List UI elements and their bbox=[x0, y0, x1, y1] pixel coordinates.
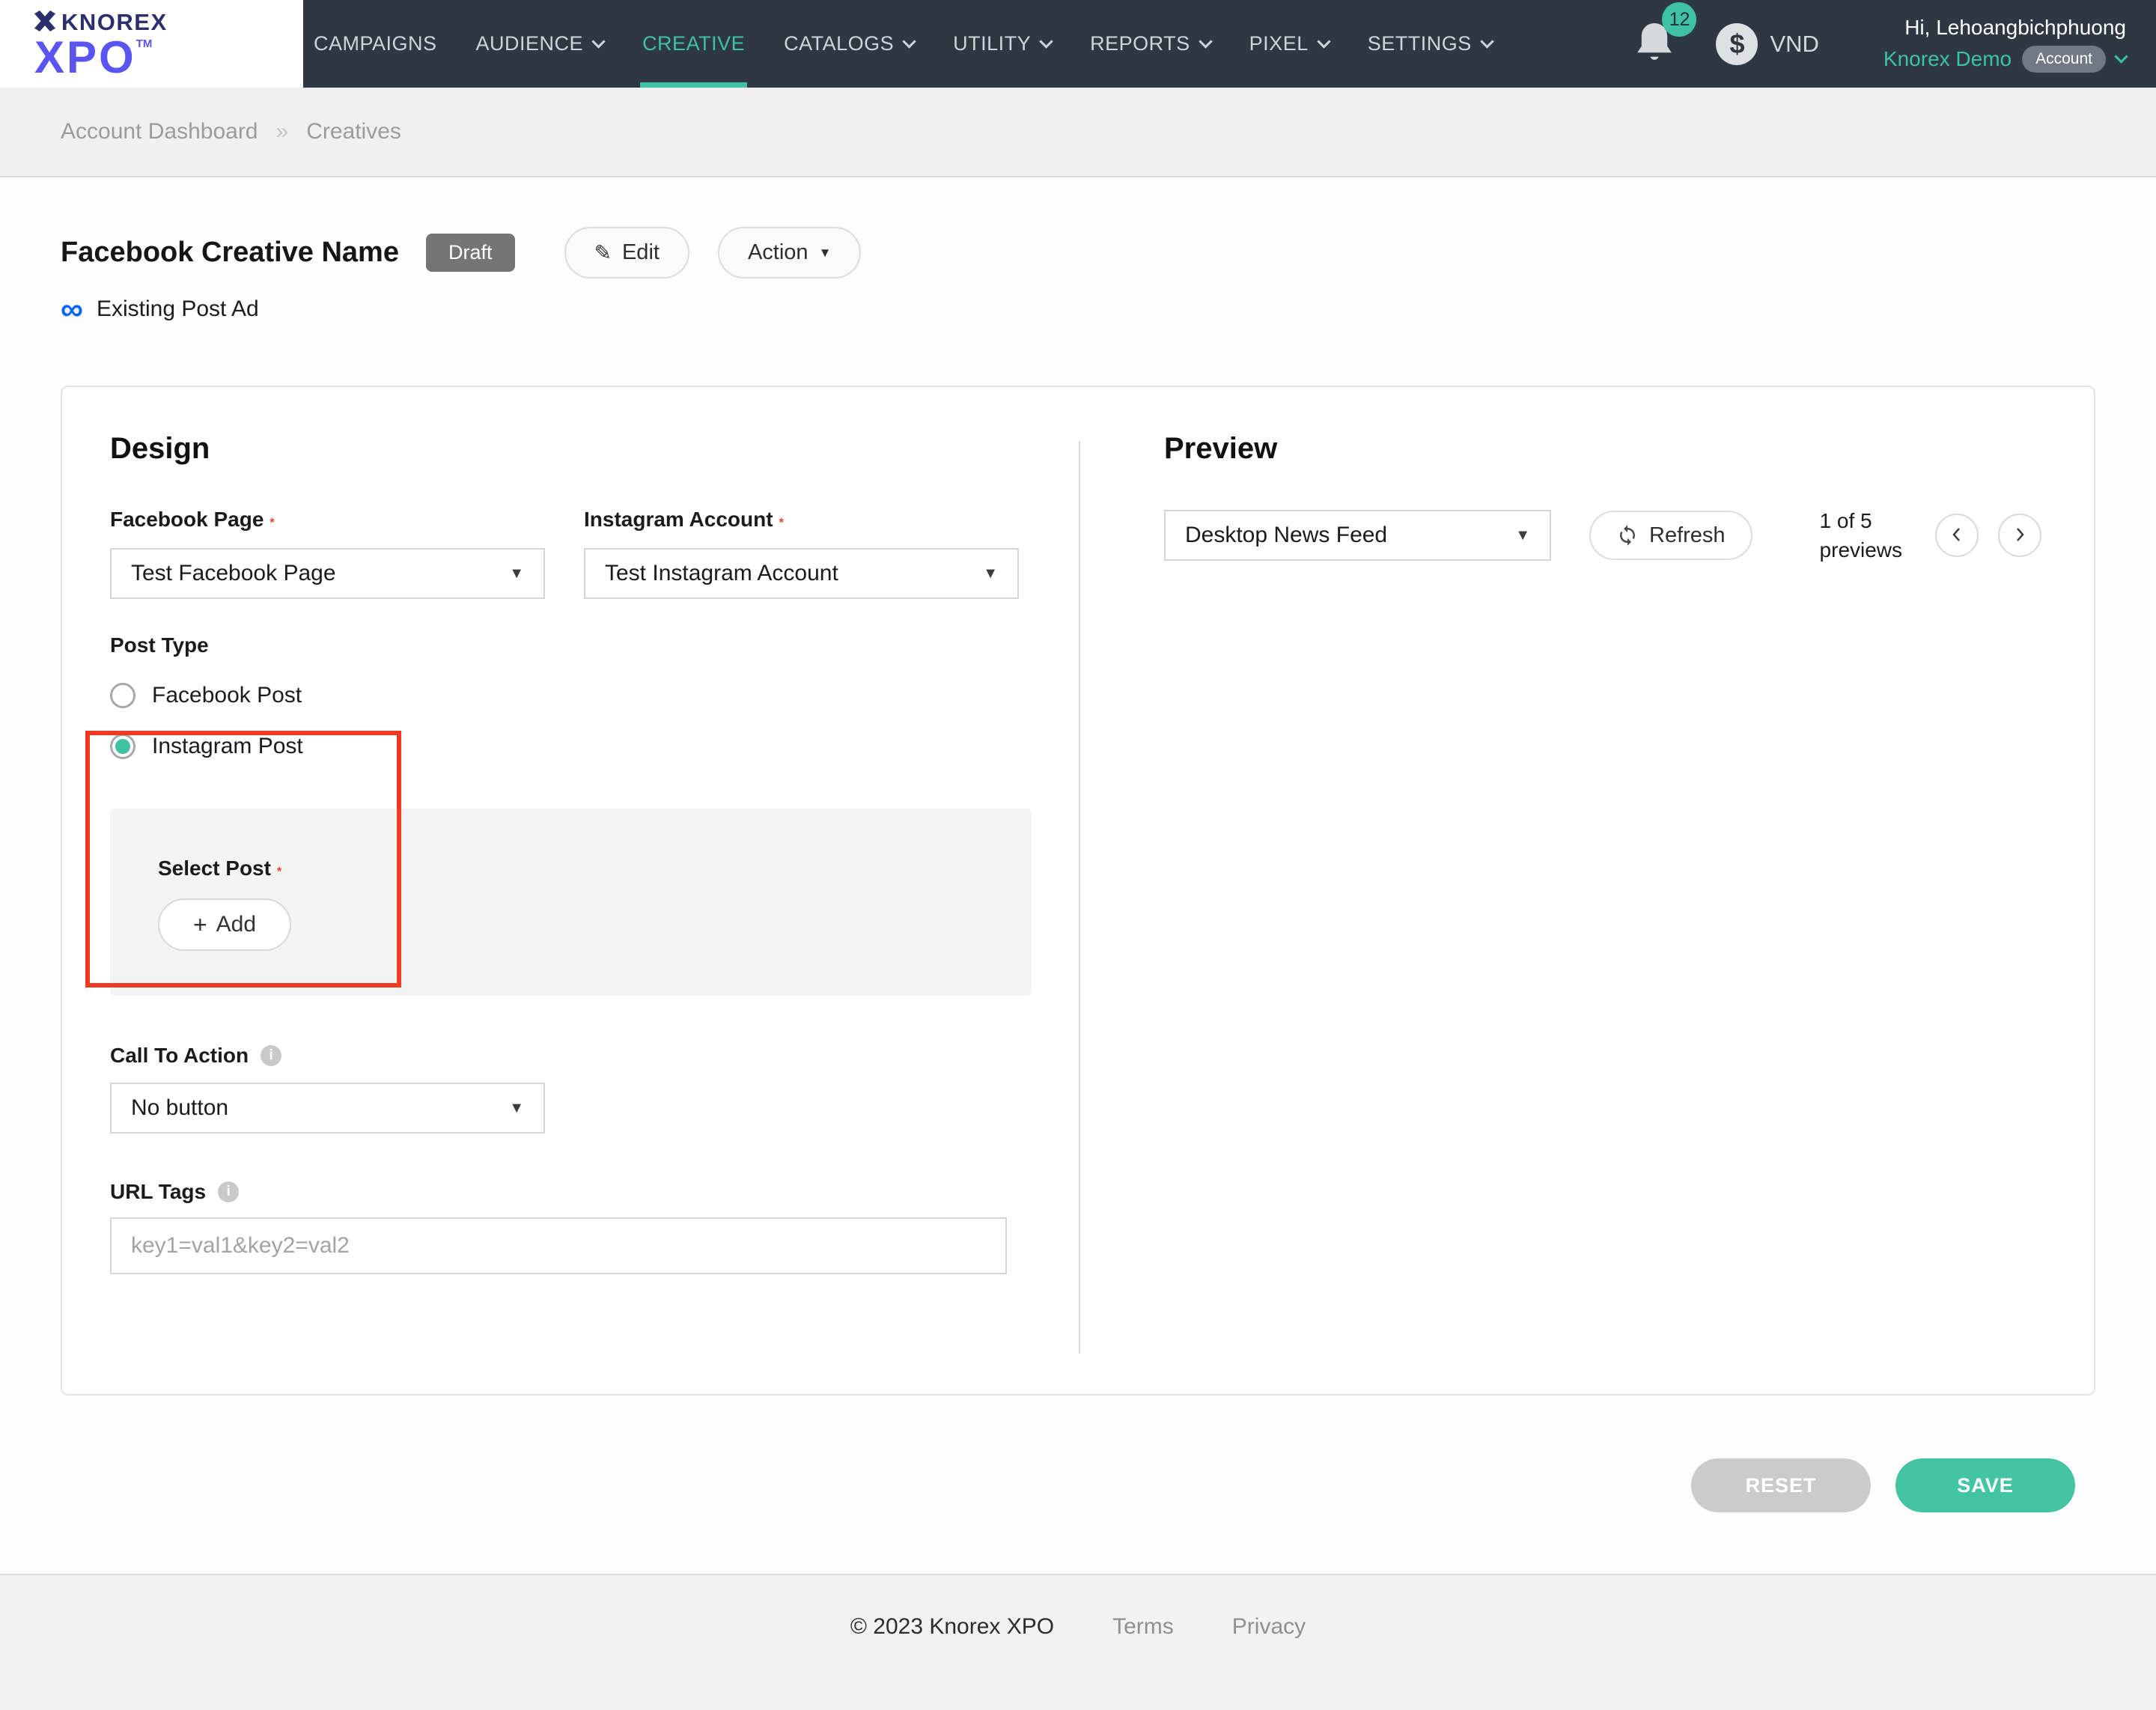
previous-preview-button[interactable] bbox=[1935, 514, 1979, 558]
page-footer: © 2023 Knorex XPO Terms Privacy bbox=[0, 1574, 2156, 1710]
account-menu[interactable]: Hi, Lehoangbichphuong Knorex Demo Accoun… bbox=[1848, 16, 2156, 73]
breadcrumb: Account Dashboard » Creatives bbox=[0, 88, 2156, 177]
nav-item-utility[interactable]: UTILITY bbox=[953, 0, 1053, 88]
design-section: Design Facebook Page * Test Facebook Page… bbox=[62, 387, 1080, 1394]
preview-device-select[interactable]: Desktop News Feed ▼ bbox=[1164, 510, 1551, 562]
logo-product-text: XPO bbox=[34, 32, 136, 82]
active-tab-indicator bbox=[640, 82, 748, 88]
preview-section: Preview Desktop News Feed ▼ Refresh 1 of… bbox=[1080, 387, 2094, 1394]
preview-heading: Preview bbox=[1164, 432, 1278, 465]
select-post-panel: Select Post * + Add bbox=[110, 809, 1032, 996]
main-menu: CAMPAIGNS AUDIENCE CREATIVE CATALOGS UTI… bbox=[303, 0, 1494, 88]
required-asterisk: * bbox=[779, 517, 784, 529]
radio-instagram-post[interactable]: Instagram Post bbox=[110, 734, 1080, 759]
chevron-down-icon bbox=[591, 34, 606, 49]
logo-trademark: TM bbox=[135, 37, 153, 50]
save-button[interactable]: SAVE bbox=[1895, 1458, 2075, 1512]
breadcrumb-account-dashboard[interactable]: Account Dashboard bbox=[61, 119, 258, 144]
required-asterisk: * bbox=[276, 865, 282, 878]
add-post-button[interactable]: + Add bbox=[158, 898, 291, 951]
nav-item-settings[interactable]: SETTINGS bbox=[1368, 0, 1494, 88]
action-dropdown-button[interactable]: Action ▼ bbox=[717, 227, 862, 279]
top-navigation: KNOREX XPO TM CAMPAIGNS AUDIENCE CREATIV… bbox=[0, 0, 2156, 88]
edit-button[interactable]: ✎ Edit bbox=[564, 227, 689, 279]
form-actions: RESET SAVE bbox=[61, 1458, 2095, 1512]
chevron-down-icon bbox=[902, 34, 916, 49]
chevron-down-icon bbox=[1317, 34, 1331, 49]
info-icon[interactable]: i bbox=[261, 1045, 282, 1066]
refresh-icon bbox=[1616, 524, 1639, 547]
nav-item-pixel[interactable]: PIXEL bbox=[1249, 0, 1331, 88]
notification-count-badge: 12 bbox=[1662, 2, 1697, 37]
knorex-xpo-logo[interactable]: KNOREX XPO TM bbox=[0, 0, 303, 88]
caret-down-icon: ▼ bbox=[1515, 526, 1530, 544]
account-type-badge: Account bbox=[2022, 45, 2106, 73]
nav-item-audience[interactable]: AUDIENCE bbox=[476, 0, 606, 88]
required-asterisk: * bbox=[270, 517, 275, 529]
nav-item-reports[interactable]: REPORTS bbox=[1090, 0, 1213, 88]
radio-selected-icon bbox=[110, 734, 135, 759]
nav-item-creative[interactable]: CREATIVE bbox=[640, 0, 748, 88]
refresh-button[interactable]: Refresh bbox=[1589, 511, 1752, 561]
chevron-right-icon bbox=[2011, 526, 2029, 546]
terms-link[interactable]: Terms bbox=[1112, 1614, 1174, 1710]
ad-type-label: Existing Post Ad bbox=[96, 296, 259, 321]
nav-item-catalogs[interactable]: CATALOGS bbox=[784, 0, 916, 88]
facebook-page-label: Facebook Page bbox=[110, 508, 264, 531]
currency-selector[interactable]: $ VND bbox=[1716, 22, 1819, 65]
nav-right-section: 12 $ VND Hi, Lehoangbichphuong Knorex De… bbox=[1635, 0, 2156, 88]
pencil-icon: ✎ bbox=[594, 241, 612, 264]
call-to-action-label: Call To Action bbox=[110, 1044, 249, 1067]
account-name: Knorex Demo bbox=[1883, 46, 2012, 70]
breadcrumb-creatives: Creatives bbox=[306, 119, 401, 144]
nav-item-campaigns[interactable]: CAMPAIGNS bbox=[314, 0, 437, 88]
creative-header: Facebook Creative Name Draft ✎ Edit Acti… bbox=[61, 177, 2095, 279]
radio-facebook-post[interactable]: Facebook Post bbox=[110, 683, 1080, 708]
privacy-link[interactable]: Privacy bbox=[1232, 1614, 1306, 1710]
ad-type-row: ∞ Existing Post Ad bbox=[61, 291, 2095, 327]
instagram-account-select[interactable]: Test Instagram Account ▼ bbox=[584, 548, 1019, 599]
call-to-action-select[interactable]: No button ▼ bbox=[110, 1083, 545, 1134]
instagram-account-field: Instagram Account * Test Instagram Accoun… bbox=[584, 508, 1019, 599]
plus-icon: + bbox=[192, 910, 207, 938]
next-preview-button[interactable] bbox=[1998, 514, 2042, 558]
instagram-account-label: Instagram Account bbox=[584, 508, 773, 531]
status-badge: Draft bbox=[425, 234, 515, 272]
knorex-x-icon bbox=[34, 10, 55, 35]
chevron-left-icon bbox=[1948, 526, 1966, 546]
copyright-text: © 2023 Knorex XPO bbox=[850, 1614, 1055, 1639]
caret-down-icon: ▼ bbox=[509, 565, 524, 582]
info-icon[interactable]: i bbox=[218, 1181, 240, 1202]
dollar-icon: $ bbox=[1716, 22, 1758, 65]
chevron-down-icon bbox=[1039, 34, 1053, 49]
page-content: Facebook Creative Name Draft ✎ Edit Acti… bbox=[0, 177, 2156, 1512]
chevron-down-icon bbox=[1198, 34, 1213, 49]
url-tags-label: URL Tags bbox=[110, 1180, 207, 1203]
page-title: Facebook Creative Name bbox=[61, 237, 399, 268]
url-tags-input[interactable] bbox=[110, 1217, 1007, 1274]
caret-down-icon: ▼ bbox=[818, 245, 832, 260]
select-post-label: Select Post bbox=[158, 856, 271, 880]
notifications-button[interactable]: 12 bbox=[1635, 2, 1697, 67]
currency-code: VND bbox=[1770, 30, 1819, 57]
radio-unselected-icon bbox=[110, 683, 135, 708]
reset-button[interactable]: RESET bbox=[1691, 1458, 1871, 1512]
creative-card: Design Facebook Page * Test Facebook Page… bbox=[61, 386, 2095, 1396]
chevron-down-icon bbox=[2114, 49, 2128, 64]
preview-pager-count: 1 of 5 previews bbox=[1819, 509, 1903, 562]
bell-icon bbox=[1635, 23, 1674, 67]
caret-down-icon: ▼ bbox=[983, 565, 998, 582]
design-heading: Design bbox=[110, 432, 210, 465]
user-greeting: Hi, Lehoangbichphuong bbox=[1904, 15, 2126, 39]
post-type-label: Post Type bbox=[110, 633, 209, 657]
chevron-down-icon bbox=[1480, 34, 1494, 49]
facebook-page-field: Facebook Page * Test Facebook Page ▼ bbox=[110, 508, 545, 599]
caret-down-icon: ▼ bbox=[509, 1099, 524, 1116]
breadcrumb-separator-icon: » bbox=[275, 119, 289, 144]
facebook-page-select[interactable]: Test Facebook Page ▼ bbox=[110, 548, 545, 599]
meta-icon: ∞ bbox=[61, 291, 83, 327]
